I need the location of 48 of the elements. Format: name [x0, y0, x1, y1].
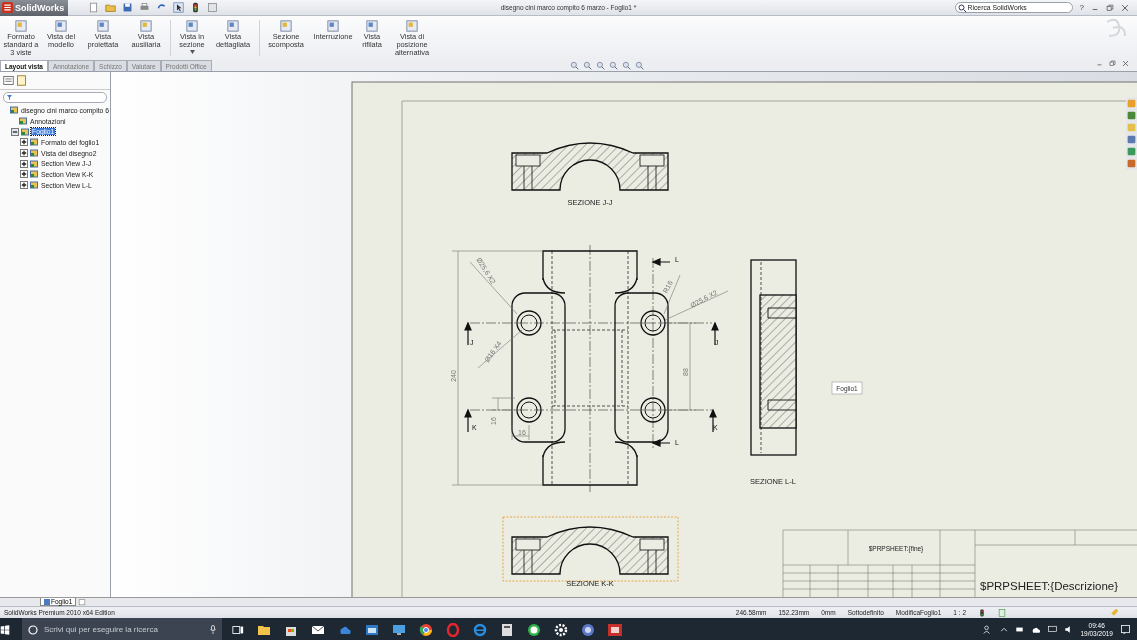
title-block-text: $PRPSHEET:{Descrizione}: [980, 580, 1119, 592]
sheet-icon: [44, 598, 50, 605]
print-icon[interactable]: [139, 2, 151, 13]
tree-node-icon: [30, 181, 38, 190]
task-view-icon[interactable]: [232, 623, 244, 636]
traffic-light-icon[interactable]: [978, 608, 986, 617]
chat-icon[interactable]: [527, 622, 541, 637]
taskbar-search-field[interactable]: Scrivi qui per eseguire la ricerca: [22, 618, 222, 640]
restore-icon[interactable]: [1109, 60, 1116, 67]
window-icon[interactable]: [365, 622, 379, 637]
tree-node-icon: [10, 106, 18, 115]
app-logo: SolidWorks: [15, 2, 65, 13]
monitor-icon[interactable]: [392, 622, 406, 637]
caret-icon[interactable]: [1000, 625, 1009, 634]
new-document-icon[interactable]: [88, 2, 100, 13]
feature-tree-icon[interactable]: [3, 75, 14, 86]
expand-toggle-icon[interactable]: [20, 149, 28, 158]
tree-node-icon: [30, 138, 38, 147]
caret-icon[interactable]: [189, 49, 195, 54]
notifications-icon[interactable]: [1120, 624, 1131, 635]
expand-toggle-icon[interactable]: [20, 159, 28, 168]
ring-icon[interactable]: [446, 622, 460, 637]
search-icon[interactable]: [28, 624, 38, 635]
close-icon[interactable]: [1122, 60, 1129, 67]
tree-node-icon: [30, 170, 38, 179]
monitor-icon[interactable]: [1048, 625, 1058, 634]
zoom-out-icon[interactable]: [583, 61, 592, 70]
expand-toggle-icon[interactable]: [20, 181, 28, 190]
open-folder-icon[interactable]: [105, 2, 117, 13]
app-icon[interactable]: [608, 622, 622, 637]
select-icon[interactable]: [173, 2, 185, 13]
zoom-in-icon[interactable]: [570, 61, 579, 70]
calculator-icon[interactable]: [500, 622, 514, 637]
help-button[interactable]: ?: [1079, 3, 1084, 12]
filter-icon[interactable]: [6, 94, 13, 101]
save-icon[interactable]: [122, 2, 134, 13]
collapse-toggle-icon[interactable]: [11, 127, 19, 136]
restore-icon[interactable]: [1106, 3, 1114, 12]
expand-toggle-icon[interactable]: [20, 170, 28, 179]
logo-icon: [2, 2, 13, 13]
microphone-icon[interactable]: [210, 625, 216, 634]
search-icon[interactable]: [957, 3, 966, 12]
close-icon[interactable]: [1121, 3, 1129, 12]
expand-toggle-icon[interactable]: [20, 138, 28, 147]
settings-icon[interactable]: [554, 622, 568, 637]
windows-icon[interactable]: [0, 624, 10, 635]
browser-icon[interactable]: [419, 622, 433, 637]
properties-icon[interactable]: [16, 75, 27, 86]
